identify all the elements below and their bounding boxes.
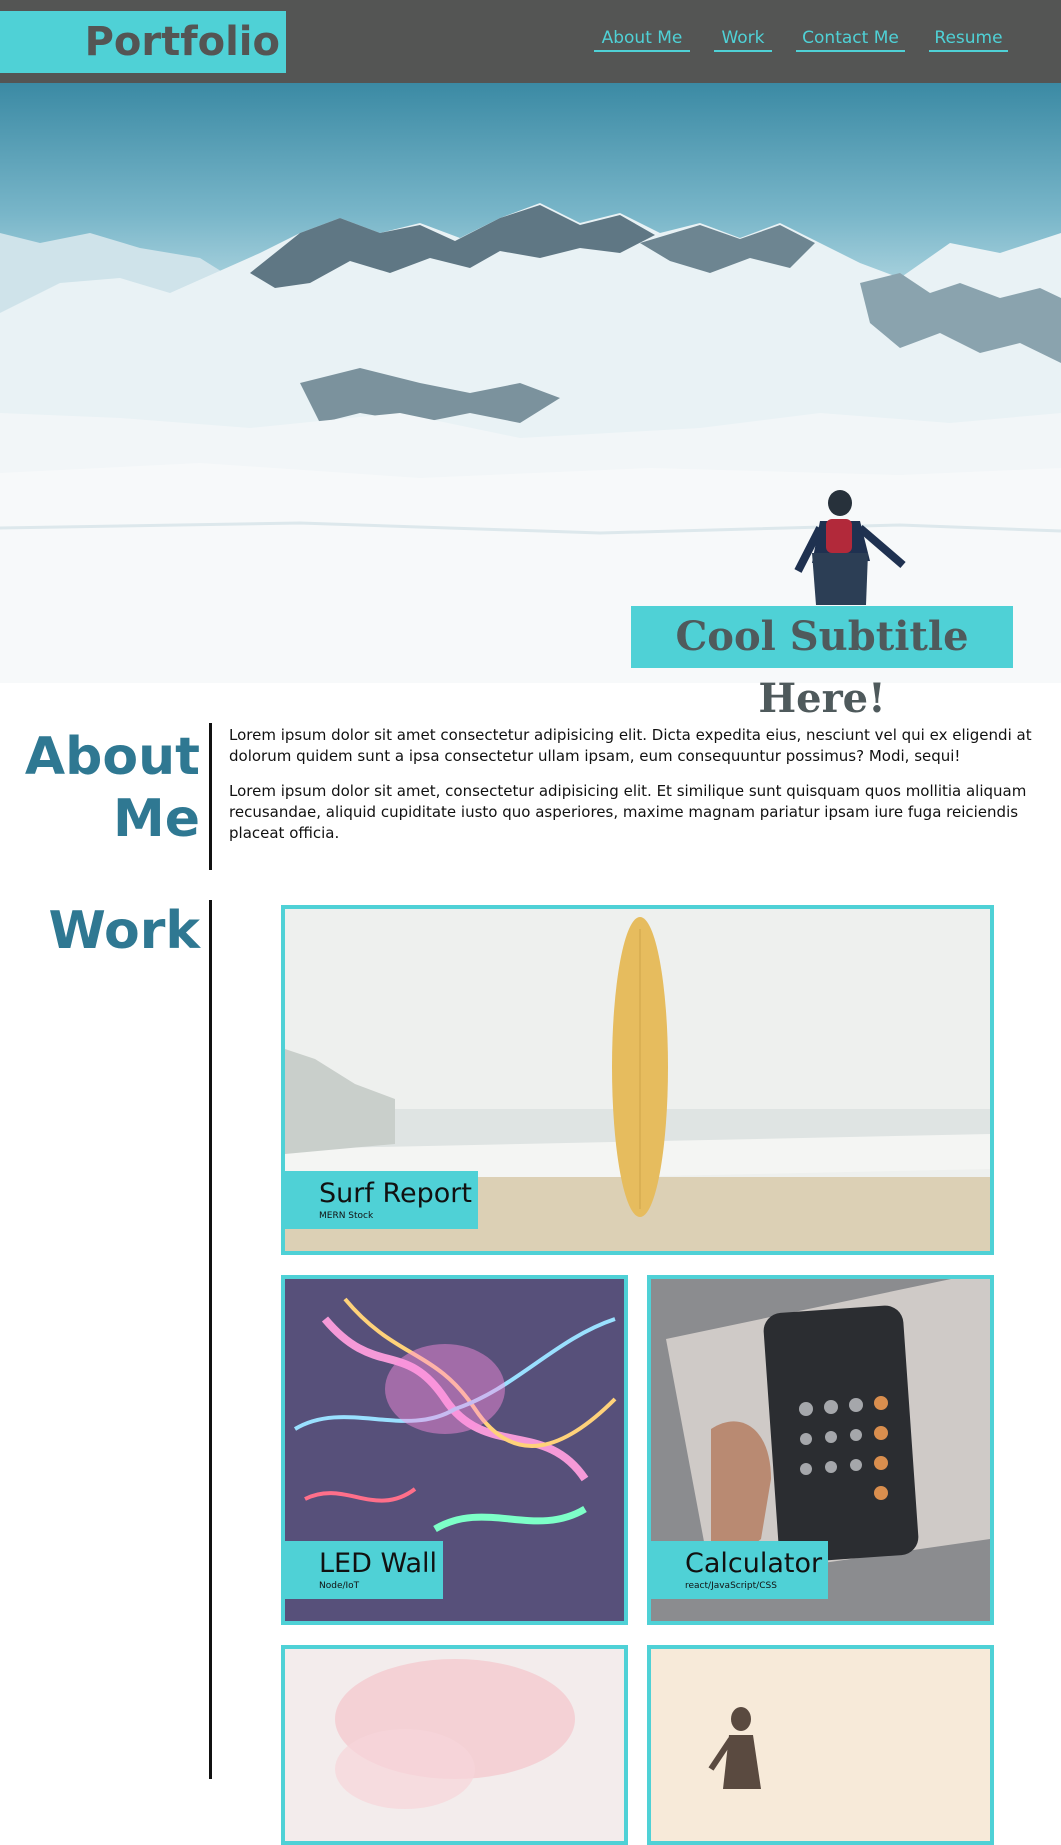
nav-resume[interactable]: Resume — [929, 26, 1008, 52]
about-paragraph-2: Lorem ipsum dolor sit amet, consectetur … — [229, 782, 1027, 842]
project-label: LED Wall Node/IoT — [285, 1541, 443, 1599]
project-tech: MERN Stock — [319, 1211, 374, 1221]
project-card-calculator[interactable]: Calculator react/JavaScript/CSS — [647, 1275, 994, 1625]
project-label: Calculator react/JavaScript/CSS — [651, 1541, 829, 1599]
project-tech: Node/IoT — [319, 1581, 360, 1591]
about-paragraph-1: Lorem ipsum dolor sit amet consectetur a… — [229, 726, 1032, 765]
about-divider — [209, 723, 212, 870]
about-text: Lorem ipsum dolor sit amet consectetur a… — [229, 725, 1049, 858]
about-title: About Me — [25, 726, 200, 850]
work-divider — [209, 900, 212, 1779]
nav-work[interactable]: Work — [714, 26, 772, 52]
project-card-led-wall[interactable]: LED Wall Node/IoT — [281, 1275, 628, 1625]
site-header: Portfolio About Me Work Contact Me Resum… — [0, 0, 1061, 83]
project-tech: react/JavaScript/CSS — [685, 1581, 777, 1591]
project-card-surf-report[interactable]: Surf Report MERN Stock — [281, 905, 994, 1255]
about-title-line2: Me — [112, 789, 200, 849]
nav-contact-me[interactable]: Contact Me — [796, 26, 905, 52]
project-card-5[interactable] — [647, 1645, 994, 1845]
smoke-image — [285, 1649, 624, 1841]
project-title[interactable]: Surf Report — [319, 1178, 472, 1210]
runner-image — [651, 1649, 990, 1841]
mountain-scene — [0, 203, 1061, 683]
project-card-4[interactable] — [281, 1645, 628, 1845]
hero-subtitle-text: Cool Subtitle Here! — [675, 613, 969, 722]
hero-image — [0, 83, 1061, 683]
hero-subtitle: Cool Subtitle Here! — [631, 606, 1013, 722]
project-label: Surf Report MERN Stock — [285, 1171, 478, 1229]
work-title: Work — [48, 901, 200, 961]
project-title[interactable]: LED Wall — [319, 1548, 437, 1580]
nav-about-me[interactable]: About Me — [594, 26, 690, 52]
about-title-line1: About — [24, 727, 200, 787]
project-title[interactable]: Calculator — [685, 1548, 822, 1580]
main-nav: About Me Work Contact Me Resume — [0, 26, 1061, 56]
